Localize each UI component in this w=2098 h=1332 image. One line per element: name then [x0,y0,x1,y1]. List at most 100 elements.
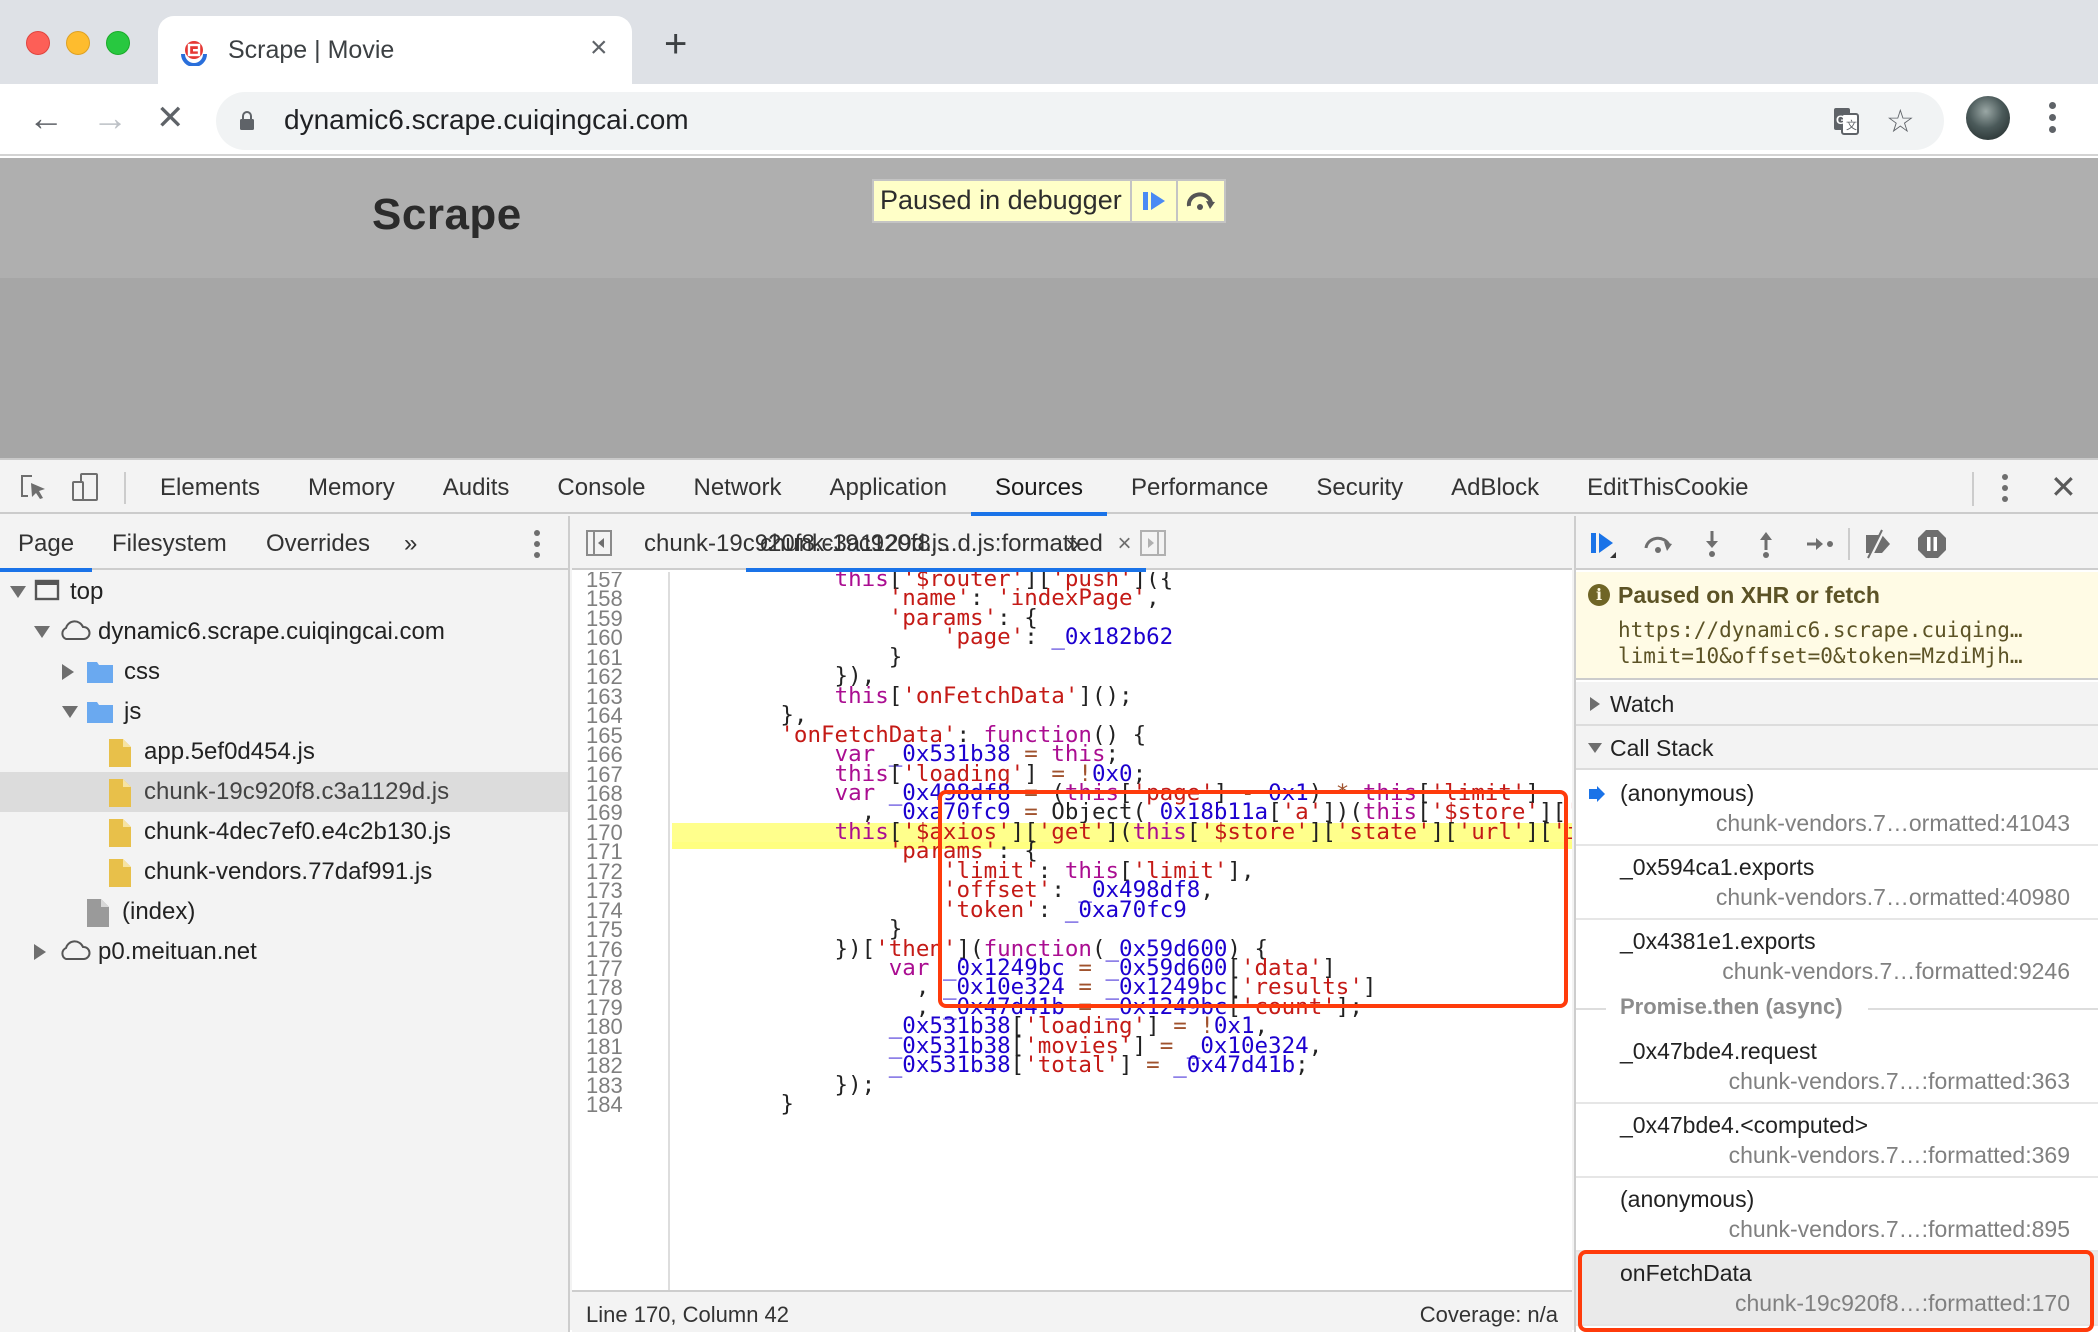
file-tree: top dynamic6.scrape.cuiqingcai.com css js ap… [0,572,568,972]
frame-function-name: onFetchData [1620,1260,1752,1286]
window-zoom-button[interactable] [106,31,130,55]
navigator-tab-filesystem[interactable]: Filesystem [112,530,227,558]
frame-location-link[interactable]: chunk-vendors.7…ormatted:41043 [1716,810,2070,837]
call-stack-frame[interactable]: (anonymous) chunk-vendors.7…ormatted:4104… [1576,772,2098,846]
call-stack-frame[interactable]: _0x594ca1.exports chunk-vendors.7…ormatte… [1576,846,2098,920]
frame-location-link[interactable]: chunk-vendors.7…:formatted:895 [1729,1216,2070,1243]
step-icon[interactable] [1804,528,1836,560]
deactivate-breakpoints-icon[interactable] [1862,528,1894,560]
collapse-arrow-icon[interactable] [34,626,50,638]
tree-item[interactable]: p0.meituan.net [0,932,568,972]
devtools-tab-adblock[interactable]: AdBlock [1427,460,1563,514]
step-into-icon[interactable] [1696,528,1728,560]
devtools-tab-application[interactable]: Application [806,460,971,514]
navigator-tab-overrides[interactable]: Overrides [266,530,370,558]
inspect-element-icon[interactable] [18,472,48,502]
editor-more-tabs-icon[interactable]: » [1066,530,1079,558]
resume-button[interactable] [1132,181,1178,221]
navigator-more-tabs-icon[interactable]: » [404,530,417,558]
collapse-arrow-icon[interactable] [62,706,78,718]
devtools-tab-console[interactable]: Console [533,460,669,514]
tree-item-label: chunk-4dec7ef0.e4c2b130.js [144,818,451,845]
frame-location-link[interactable]: chunk-vendors.7…:formatted:369 [1729,1142,2070,1169]
cursor-position: Line 170, Column 42 [586,1302,790,1327]
resume-icon[interactable] [1588,528,1620,560]
tree-item[interactable]: chunk-19c920f8.c3a1129d.js [0,772,568,812]
browser-titlebar: Scrape | Movie × + [0,0,2098,84]
devtools-tab-elements[interactable]: Elements [136,460,284,514]
brand-title[interactable]: Scrape [372,190,522,240]
window-minimize-button[interactable] [66,31,90,55]
devtools-tab-network[interactable]: Network [669,460,805,514]
devtools-tab-sources[interactable]: Sources [970,460,1108,516]
call-stack-frame[interactable]: onFetchData chunk-19c920f8…:formatted:170 [1576,1252,2098,1326]
cloud-icon [58,618,92,649]
debugger-sidebar: i Paused on XHR or fetch https://dynamic… [1574,516,2098,1332]
arrow-right-icon[interactable]: → [92,100,128,136]
code-line[interactable]: 184 } [572,1093,1572,1116]
url-text[interactable]: dynamic6.scrape.cuiqingcai.com [284,104,689,136]
frame-location-link[interactable]: chunk-19c920f8…:formatted:170 [1735,1290,2070,1317]
kebab-menu-icon[interactable] [2044,102,2060,138]
navigator-tabs: Page Filesystem Overrides » [0,516,568,572]
call-stack-frame[interactable]: _0x4381e1.exports chunk-vendors.7…formatt… [1576,920,2098,994]
step-out-icon[interactable] [1750,528,1782,560]
line-number[interactable]: 184 [586,1093,642,1116]
devtools-tab-audits[interactable]: Audits [419,460,534,514]
arrow-left-icon[interactable]: ← [28,100,64,136]
debugger-toolbar [1576,516,2098,570]
watch-section-header[interactable]: Watch [1576,682,2098,726]
call-stack-frame[interactable]: (anonymous) chunk-vendors.7…:formatted:89… [1576,1178,2098,1252]
devtools-tab-editthiscookie[interactable]: EditThisCookie [1563,460,1772,514]
pause-on-exceptions-icon[interactable] [1916,528,1948,560]
devtools-menu-icon[interactable] [2002,474,2010,502]
step-over-icon [1186,192,1215,210]
coverage-status[interactable]: Coverage: n/a [1420,1302,1558,1328]
page-viewport: Scrape Paused in debugger [0,158,2098,458]
tree-item[interactable]: dynamic6.scrape.cuiqingcai.com [0,612,568,652]
tree-item[interactable]: (index) [0,892,568,932]
async-label: Promise.then (async) [1620,994,1843,1019]
tree-item[interactable]: top [0,572,568,612]
toggle-navigator-icon[interactable] [586,530,612,556]
expand-arrow-icon[interactable] [62,664,74,680]
tree-item[interactable]: css [0,652,568,692]
step-over-icon[interactable] [1642,528,1674,560]
code-view[interactable]: 157 this['$router']['push']({158 'name':… [572,572,1572,1290]
device-toolbar-icon[interactable] [70,472,100,502]
toggle-debugger-icon[interactable] [1140,530,1166,556]
tab-close-icon[interactable]: × [590,32,608,64]
editor-tab-close-icon[interactable]: × [1118,530,1132,557]
tree-item[interactable]: app.5ef0d454.js [0,732,568,772]
tree-item[interactable]: js [0,692,568,732]
frame-location-link[interactable]: chunk-vendors.7…:formatted:363 [1729,1068,2070,1095]
collapse-arrow-icon[interactable] [10,586,26,598]
new-tab-button[interactable]: + [664,24,687,64]
address-bar[interactable]: dynamic6.scrape.cuiqingcai.com G 文 ☆ [216,92,1944,150]
devtools-close-icon[interactable]: ✕ [2050,468,2077,506]
star-icon[interactable]: ☆ [1886,105,1918,137]
stop-loading-icon[interactable]: ✕ [156,100,185,136]
tree-item[interactable]: chunk-vendors.77daf991.js [0,852,568,892]
call-stack-frame[interactable]: _0x47bde4.request chunk-vendors.7…:format… [1576,1030,2098,1104]
expand-arrow-icon[interactable] [34,944,46,960]
editor-tab-label: chunk-19c920f8....d.js:formatted [760,530,1103,557]
frame-location-link[interactable]: chunk-vendors.7…formatted:9246 [1722,958,2070,985]
translate-icon[interactable]: G 文 [1830,105,1862,137]
navigator-menu-icon[interactable] [534,530,540,558]
window-close-button[interactable] [26,31,50,55]
call-stack-frame[interactable]: _0x47bde4.<computed> chunk-vendors.7…:for… [1576,1104,2098,1178]
cloud-icon [58,938,92,969]
divider [1576,1008,1606,1010]
frame-location-link[interactable]: chunk-vendors.7…ormatted:40980 [1716,884,2070,911]
devtools-tab-memory[interactable]: Memory [284,460,419,514]
devtools-tab-performance[interactable]: Performance [1107,460,1292,514]
call-stack-section-header[interactable]: Call Stack [1576,726,2098,770]
current-frame-arrow-icon [1588,786,1606,802]
devtools-tab-security[interactable]: Security [1292,460,1427,514]
navigator-tab-page[interactable]: Page [0,530,93,572]
tree-item[interactable]: chunk-4dec7ef0.e4c2b130.js [0,812,568,852]
step-over-button[interactable] [1178,181,1224,221]
browser-tab[interactable]: Scrape | Movie × [158,16,632,84]
profile-avatar[interactable] [1966,96,2010,140]
